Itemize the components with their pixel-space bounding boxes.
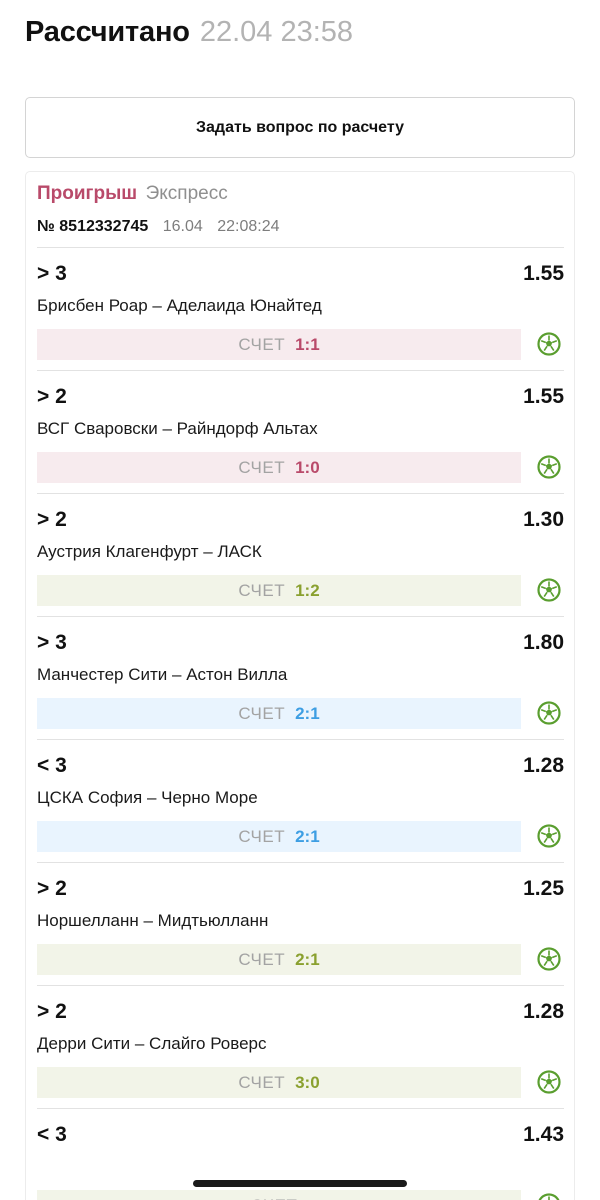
- soccer-ball-icon: [537, 701, 561, 725]
- bet-type: Экспресс: [145, 183, 228, 204]
- event-score-bar: СЧЕТ 1:1: [37, 329, 521, 360]
- event-selection: > 2: [37, 508, 67, 531]
- event-selection: > 3: [37, 631, 67, 654]
- soccer-ball-icon: [537, 1070, 561, 1094]
- event-match: ЦСКА София – Черно Море: [37, 788, 258, 807]
- event-match: Норшелланн – Мидтьюлланн: [37, 911, 269, 930]
- score-value: 2:1: [295, 949, 320, 969]
- event-match: Брисбен Роар – Аделаида Юнайтед: [37, 296, 322, 315]
- event-match: Манчестер Сити – Астон Вилла: [37, 665, 288, 684]
- event-match: Дерри Сити – Слайго Роверс: [37, 1034, 267, 1053]
- event-score-bar: СЧЕТ 2:1: [37, 698, 521, 729]
- ask-question-button[interactable]: Задать вопрос по расчету: [25, 97, 575, 158]
- event-odds: 1.55: [523, 262, 564, 285]
- event-row[interactable]: < 3 1.28 ЦСКА София – Черно Море СЧЕТ 2:1: [37, 739, 564, 862]
- score-value: 2:1: [295, 703, 320, 723]
- event-selection: > 2: [37, 385, 67, 408]
- page-header: Рассчитано 22.04 23:58: [25, 16, 353, 56]
- bet-card: Проигрыш Экспресс № 8512332745 16.04 22:…: [25, 171, 575, 1200]
- event-score-bar: СЧЕТ 1:0: [37, 452, 521, 483]
- score-label: СЧЕТ: [238, 580, 286, 600]
- event-odds: 1.43: [523, 1123, 564, 1146]
- event-odds: 1.28: [523, 1000, 564, 1023]
- score-value: 3:0: [295, 1072, 320, 1092]
- soccer-ball-icon: [537, 1193, 561, 1200]
- event-score-bar: СЧЕТ 2:1: [37, 821, 521, 852]
- event-score-bar: СЧЕТ 3:0: [37, 1067, 521, 1098]
- bet-header: Проигрыш Экспресс: [37, 183, 228, 205]
- bet-meta: № 8512332745 16.04 22:08:24: [37, 218, 280, 236]
- bet-date: 16.04: [162, 218, 203, 235]
- home-indicator[interactable]: [193, 1180, 407, 1187]
- event-odds: 1.28: [523, 754, 564, 777]
- event-selection: > 3: [37, 262, 67, 285]
- event-row[interactable]: > 3 1.80 Манчестер Сити – Астон Вилла СЧЕТ 2…: [37, 616, 564, 739]
- event-row[interactable]: > 2 1.30 Аустрия Клагенфурт – ЛАСК СЧЕТ 1:2: [37, 493, 564, 616]
- soccer-ball-icon: [537, 824, 561, 848]
- event-odds: 1.80: [523, 631, 564, 654]
- score-value: 1:1: [295, 334, 320, 354]
- event-score-bar: СЧЕТ 1:2: [37, 575, 521, 606]
- event-row[interactable]: > 2 1.25 Норшелланн – Мидтьюлланн СЧЕТ 2:1: [37, 862, 564, 985]
- event-row[interactable]: > 2 1.55 ВСГ Сваровски – Райндорф Альтах СЧ…: [37, 370, 564, 493]
- event-odds: 1.55: [523, 385, 564, 408]
- soccer-ball-icon: [537, 947, 561, 971]
- score-label: СЧЕТ: [238, 703, 286, 723]
- bet-status: Проигрыш: [37, 183, 138, 204]
- event-match: ВСГ Сваровски – Райндорф Альтах: [37, 419, 318, 438]
- event-odds: 1.30: [523, 508, 564, 531]
- score-value: 1:2: [295, 580, 320, 600]
- page-title: Рассчитано: [25, 16, 190, 48]
- soccer-ball-icon: [537, 332, 561, 356]
- event-row[interactable]: > 3 1.55 Брисбен Роар – Аделаида Юнайтед СЧ…: [37, 247, 564, 370]
- event-row[interactable]: > 2 1.28 Дерри Сити – Слайго Роверс СЧЕТ 3:0: [37, 985, 564, 1108]
- event-selection: < 3: [37, 1123, 67, 1146]
- soccer-ball-icon: [537, 455, 561, 479]
- score-value: 2:1: [295, 826, 320, 846]
- event-selection: > 2: [37, 1000, 67, 1023]
- event-score-bar: СЧЕТ: [37, 1190, 521, 1200]
- score-label: СЧЕТ: [238, 334, 286, 354]
- score-label: СЧЕТ: [251, 1196, 298, 1200]
- event-selection: < 3: [37, 754, 67, 777]
- score-label: СЧЕТ: [238, 1072, 286, 1092]
- bet-number: № 8512332745: [37, 218, 149, 235]
- event-selection: > 2: [37, 877, 67, 900]
- soccer-ball-icon: [537, 578, 561, 602]
- bet-time: 22:08:24: [217, 218, 280, 235]
- score-label: СЧЕТ: [238, 826, 286, 846]
- score-value: 1:0: [295, 457, 320, 477]
- event-score-bar: СЧЕТ 2:1: [37, 944, 521, 975]
- score-label: СЧЕТ: [238, 457, 286, 477]
- score-label: СЧЕТ: [238, 949, 286, 969]
- event-odds: 1.25: [523, 877, 564, 900]
- settled-datetime: 22.04 23:58: [199, 16, 354, 48]
- event-match: Аустрия Клагенфурт – ЛАСК: [37, 542, 262, 561]
